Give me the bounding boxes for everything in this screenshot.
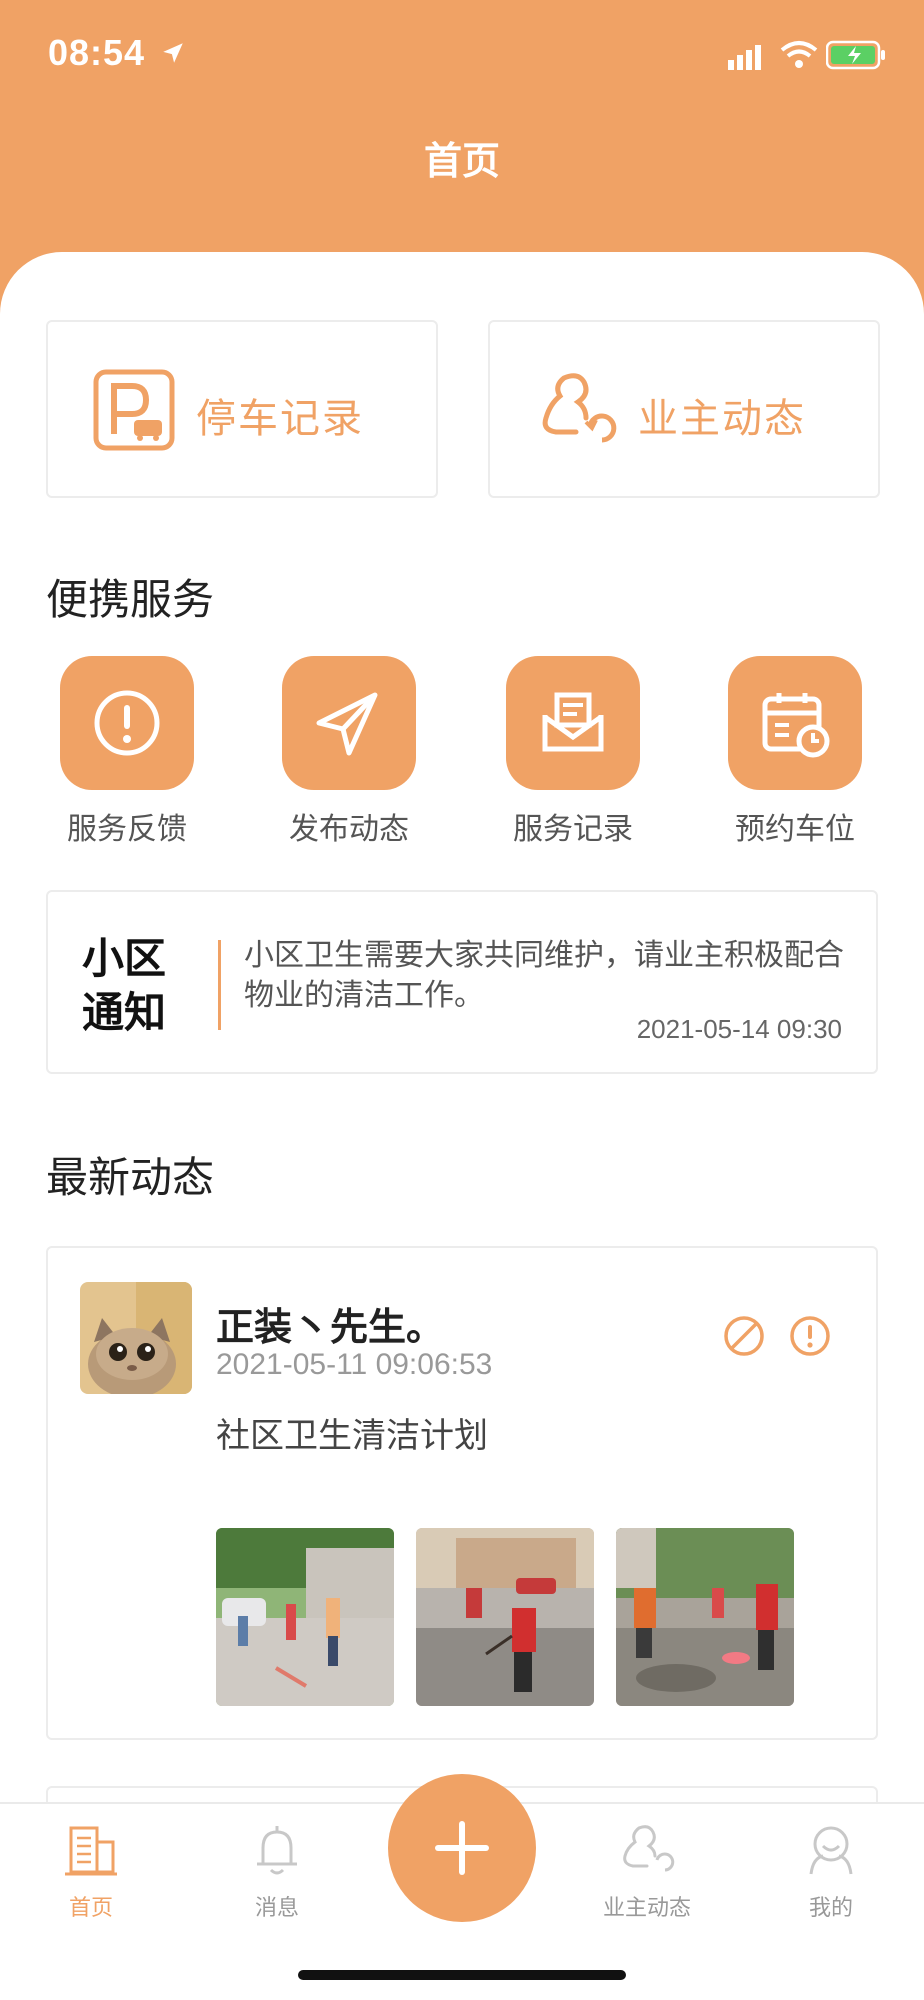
page-title: 首页	[423, 139, 500, 183]
status-time: 08:54	[48, 32, 146, 73]
tab-messages[interactable]: 消息	[202, 1804, 352, 1944]
service-reserve-tile[interactable]	[728, 656, 862, 790]
status-bar: 08:54	[0, 0, 924, 110]
owner-feed-card[interactable]: 业主动态	[488, 320, 880, 498]
service-publish-tile[interactable]	[282, 656, 416, 790]
community-notice-card[interactable]: 小区 通知 小区卫生需要大家共同维护，请业主积极配合物业的清洁工作。 2021-…	[46, 890, 878, 1074]
service-publish-label: 发布动态	[289, 812, 409, 847]
tab-profile-label: 我的	[808, 1896, 853, 1921]
building-icon	[65, 1826, 117, 1876]
calendar-icon	[762, 693, 830, 758]
battery-icon	[826, 40, 885, 70]
tab-owner-feed[interactable]: 业主动态	[572, 1804, 722, 1944]
avatar[interactable]	[80, 1282, 192, 1394]
service-record-tile[interactable]	[506, 656, 640, 790]
post-card[interactable]: 正装丶先生。 2021-05-11 09:06:53 社区卫生清洁计划	[46, 1246, 878, 1740]
post-time: 2021-05-11 09:06:53	[216, 1348, 493, 1381]
tab-owner-feed-label: 业主动态	[602, 1896, 691, 1921]
service-publish[interactable]: 发布动态	[248, 656, 448, 856]
post-photo[interactable]	[416, 1528, 594, 1706]
send-icon	[316, 692, 378, 756]
service-feedback[interactable]: 服务反馈	[26, 656, 226, 856]
service-feedback-label: 服务反馈	[67, 812, 187, 847]
notice-label-line2: 通知	[82, 988, 167, 1037]
tab-messages-label: 消息	[254, 1896, 299, 1921]
tab-home-label: 首页	[68, 1896, 113, 1921]
report-icon[interactable]	[788, 1314, 832, 1358]
cat-avatar-image	[80, 1282, 192, 1394]
add-button[interactable]	[388, 1774, 536, 1922]
owner-feed-label: 业主动态	[638, 396, 806, 442]
service-feedback-tile[interactable]	[60, 656, 194, 790]
plus-icon	[435, 1821, 489, 1875]
photo-street-cleaning-1	[216, 1528, 394, 1706]
bell-icon	[257, 1826, 297, 1875]
home-indicator	[298, 1970, 626, 1980]
service-reserve-parking[interactable]: 预约车位	[694, 656, 894, 856]
tab-home[interactable]: 首页	[16, 1804, 166, 1944]
signal-icon	[728, 45, 761, 70]
service-record[interactable]: 服务记录	[472, 656, 672, 856]
post-text: 社区卫生清洁计划	[216, 1416, 488, 1456]
notice-label: 小区 通知	[82, 932, 182, 1040]
parking-record-label: 停车记录	[196, 396, 364, 442]
alert-icon	[94, 690, 160, 756]
location-arrow-icon	[163, 43, 183, 63]
post-author: 正装丶先生。	[216, 1305, 445, 1349]
photo-street-cleaning-3	[616, 1528, 794, 1706]
profile-icon	[809, 1826, 853, 1875]
owner-icon	[542, 373, 617, 443]
service-reserve-label: 预约车位	[735, 812, 855, 847]
notice-text: 小区卫生需要大家共同维护，请业主积极配合物业的清洁工作。	[244, 938, 844, 1013]
notice-divider	[218, 940, 221, 1030]
post-photo[interactable]	[616, 1528, 794, 1706]
notice-label-line1: 小区	[82, 934, 167, 983]
service-record-label: 服务记录	[513, 812, 633, 847]
mail-icon	[542, 692, 604, 752]
parking-icon	[93, 369, 175, 451]
block-icon[interactable]	[722, 1314, 766, 1358]
parking-record-card[interactable]: 停车记录	[46, 320, 438, 498]
wifi-icon	[780, 41, 818, 68]
services-title: 便携服务	[46, 575, 215, 624]
photo-street-cleaning-2	[416, 1528, 594, 1706]
post-photo[interactable]	[216, 1528, 394, 1706]
tab-profile[interactable]: 我的	[756, 1804, 906, 1944]
owner-icon	[623, 1825, 675, 1872]
feed-title: 最新动态	[46, 1153, 215, 1202]
notice-time: 2021-05-14 09:30	[636, 1014, 842, 1044]
